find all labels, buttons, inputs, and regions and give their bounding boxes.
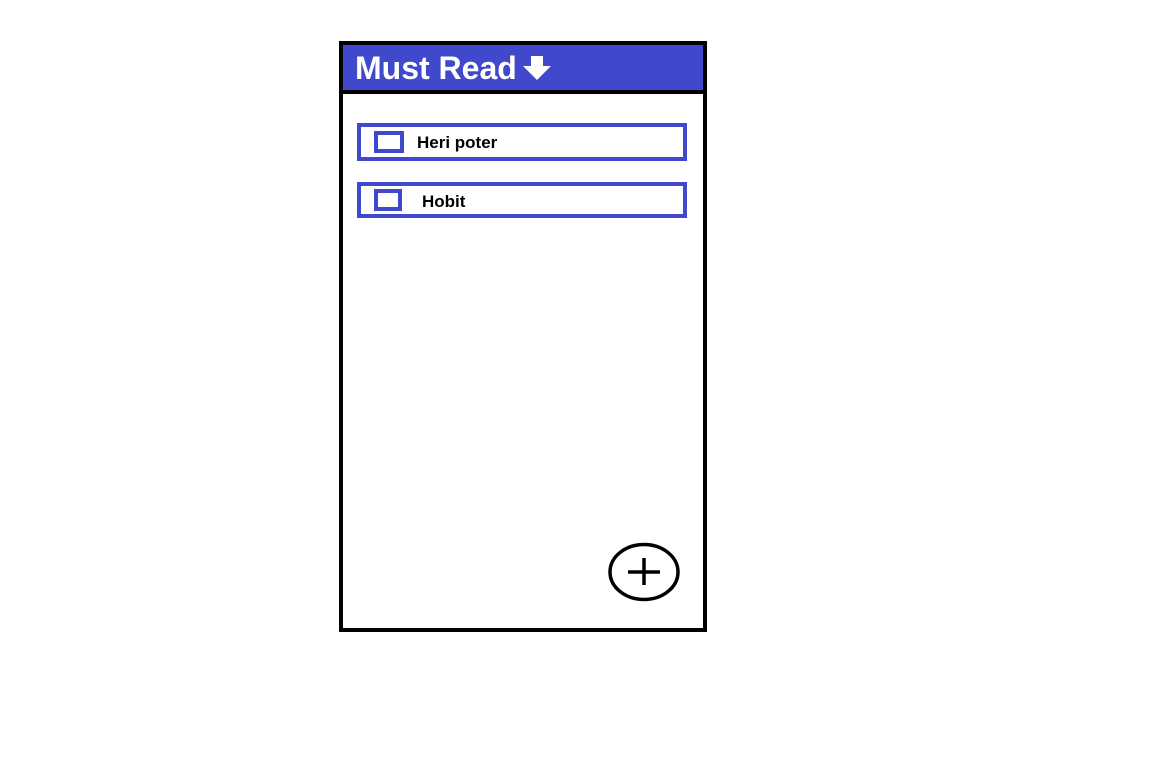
page-title: Must Read [355,49,517,86]
app-header: Must Read [343,45,703,94]
item-label: Heri poter [417,133,498,152]
item-checkbox[interactable] [374,189,402,211]
item-label: Hobit [422,192,466,211]
list-item[interactable]: Hobit [357,182,687,218]
arrow-down-icon[interactable] [522,54,553,82]
list-item[interactable]: Heri poter [357,123,687,161]
app-window: Must Read Heri poter Hobit [339,41,707,632]
item-checkbox[interactable] [374,131,404,153]
add-button[interactable] [608,542,680,602]
